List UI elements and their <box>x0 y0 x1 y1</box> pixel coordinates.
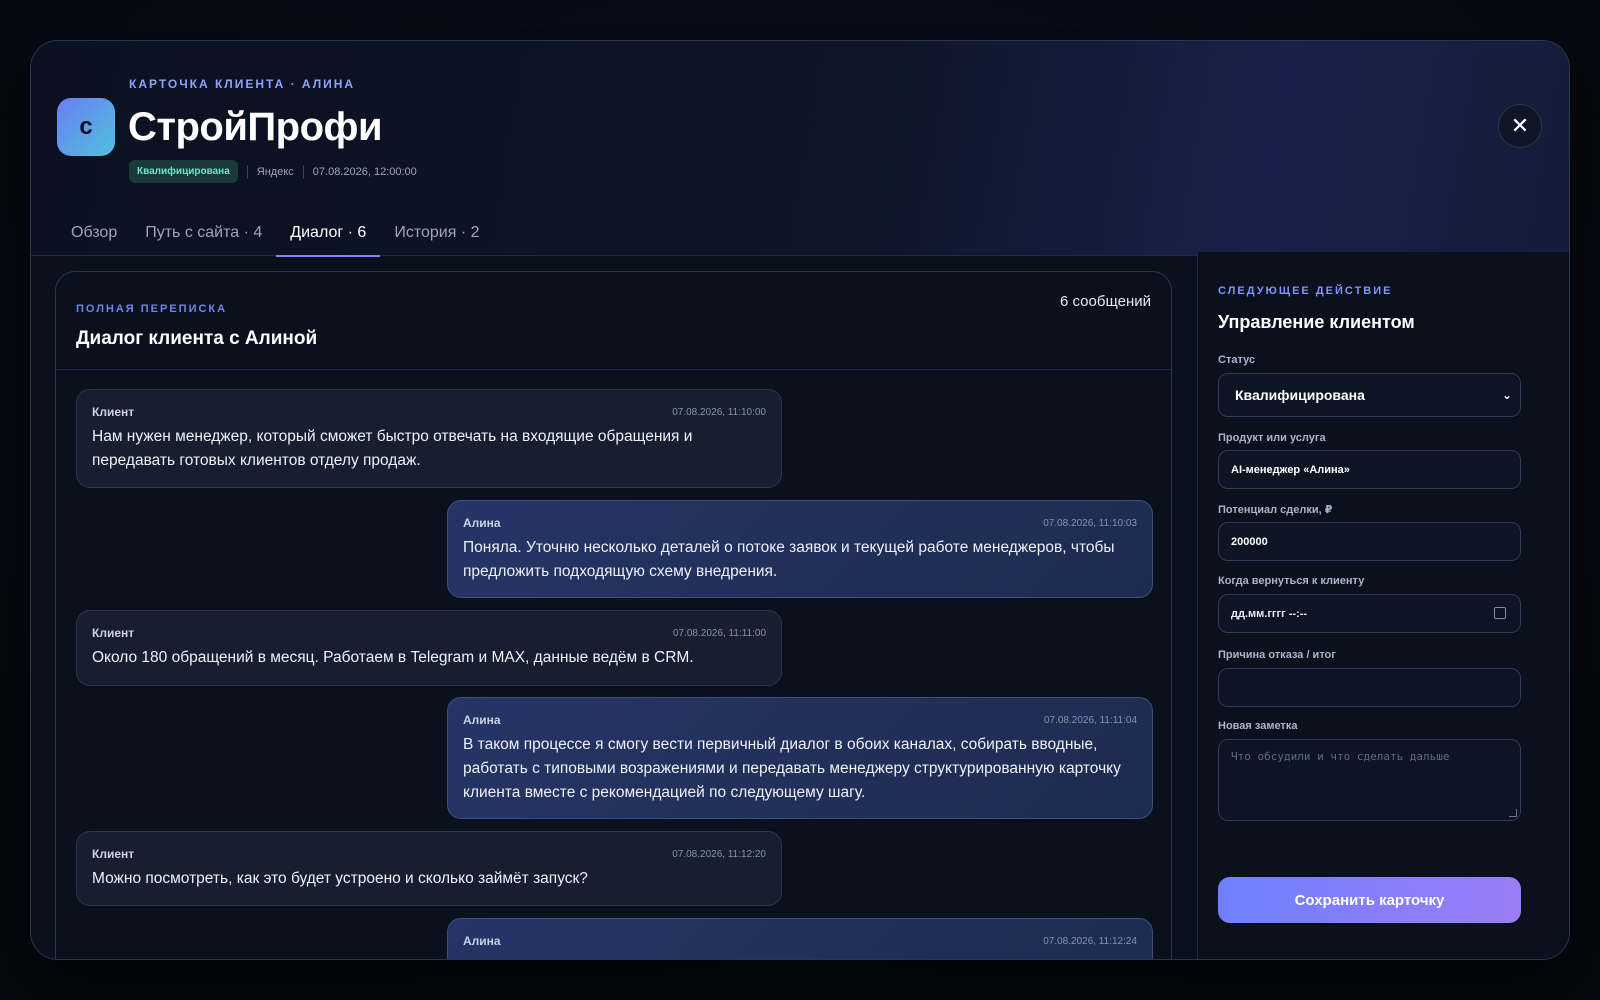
reason-input[interactable] <box>1218 668 1521 707</box>
note-textarea[interactable]: Что обсудили и что сделать дальше <box>1218 739 1521 821</box>
followup-datetime-input[interactable]: дд.мм.гггг --:-- <box>1218 594 1521 633</box>
tab-bar: Обзор Путь с сайта · 4 Диалог · 6 Истори… <box>57 209 494 257</box>
followup-label: Когда вернуться к клиенту <box>1218 575 1365 587</box>
message-text: Около 180 обращений в месяц. Работаем в … <box>92 649 694 666</box>
side-eyebrow: СЛЕДУЮЩЕЕ ДЕЙСТВИЕ <box>1218 285 1393 297</box>
tab-site-path[interactable]: Путь с сайта · 4 <box>131 209 276 256</box>
resize-handle-icon[interactable] <box>1509 809 1517 817</box>
chevron-down-icon: ⌄ <box>1501 388 1512 402</box>
dialog-eyebrow: ПОЛНАЯ ПЕРЕПИСКА <box>76 303 228 315</box>
message-text: Можно посмотреть, как это будет устроено… <box>92 870 588 887</box>
save-card-button[interactable]: Сохранить карточку <box>1218 877 1521 923</box>
divider <box>56 369 1171 370</box>
client-avatar: с <box>57 98 115 156</box>
tab-history[interactable]: История · 2 <box>380 209 493 256</box>
side-title: Управление клиентом <box>1218 312 1415 332</box>
followup-placeholder: дд.мм.гггг --:-- <box>1231 607 1308 620</box>
product-input-value: AI-менеджер «Алина» <box>1231 463 1350 476</box>
message-client: Клиент 07.08.2026, 11:10:00 Нам нужен ме… <box>76 389 782 488</box>
meta-divider <box>302 164 304 179</box>
message-author: Клиент <box>92 405 135 419</box>
page-title: СтройПрофи <box>128 105 383 149</box>
modal-header: с КАРТОЧКА КЛИЕНТА · АЛИНА СтройПрофи Кв… <box>31 41 1569 257</box>
message-author: Клиент <box>92 626 135 640</box>
message-count: 6 сообщений <box>1059 293 1151 310</box>
calendar-icon[interactable] <box>1494 607 1506 619</box>
source-label: Яндекс <box>256 165 294 178</box>
close-icon: ✕ <box>1510 113 1530 138</box>
reason-label: Причина отказа / итог <box>1218 649 1336 661</box>
product-label: Продукт или услуга <box>1218 432 1326 444</box>
tab-overview[interactable]: Обзор <box>57 209 131 256</box>
deal-potential-input[interactable]: 200000 <box>1218 522 1521 561</box>
message-time: 07.08.2026, 11:11:00 <box>672 627 766 639</box>
message-time: 07.08.2026, 11:12:24 <box>1043 935 1137 947</box>
message-author: Алина <box>463 713 501 727</box>
potential-label: Потенциал сделки, ₽ <box>1218 504 1333 516</box>
note-placeholder: Что обсудили и что сделать дальше <box>1231 750 1450 763</box>
message-time: 07.08.2026, 11:10:03 <box>1043 517 1137 529</box>
message-time: 07.08.2026, 11:11:04 <box>1043 714 1137 726</box>
message-client: Клиент 07.08.2026, 11:11:00 Около 180 об… <box>76 610 782 686</box>
message-alina: Алина 07.08.2026, 11:11:04 В таком проце… <box>447 697 1153 819</box>
status-select-value: Квалифицирована <box>1235 387 1365 403</box>
status-label: Статус <box>1218 354 1256 366</box>
status-badge: Квалифицирована <box>129 160 238 183</box>
message-alina: Алина 07.08.2026, 11:12:24 <box>447 918 1153 959</box>
message-author: Алина <box>463 516 501 530</box>
message-time: 07.08.2026, 11:10:00 <box>672 406 766 418</box>
dialog-title: Диалог клиента с Алиной <box>76 328 318 349</box>
meta-divider <box>246 164 248 179</box>
client-management-panel: СЛЕДУЮЩЕЕ ДЕЙСТВИЕ Управление клиентом С… <box>1197 252 1569 959</box>
header-meta: Квалифицирована Яндекс 07.08.2026, 12:00… <box>129 160 417 183</box>
tab-dialog[interactable]: Диалог · 6 <box>276 209 381 257</box>
created-at: 07.08.2026, 12:00:00 <box>312 165 417 178</box>
status-select[interactable]: Квалифицирована ⌄ <box>1218 373 1521 417</box>
message-text: Поняла. Уточню несколько деталей о поток… <box>463 539 1115 580</box>
note-label: Новая заметка <box>1218 720 1298 732</box>
message-time: 07.08.2026, 11:12:20 <box>672 848 766 860</box>
deal-potential-value: 200000 <box>1231 535 1268 548</box>
message-author: Клиент <box>92 847 135 861</box>
header-eyebrow: КАРТОЧКА КЛИЕНТА · АЛИНА <box>129 77 356 91</box>
product-input[interactable]: AI-менеджер «Алина» <box>1218 450 1521 489</box>
dialog-panel: ПОЛНАЯ ПЕРЕПИСКА Диалог клиента с Алиной… <box>55 271 1172 959</box>
message-author: Алина <box>463 934 501 948</box>
close-button[interactable]: ✕ <box>1498 104 1542 148</box>
message-text: В таком процессе я смогу вести первичный… <box>463 736 1121 801</box>
message-client: Клиент 07.08.2026, 11:12:20 Можно посмот… <box>76 831 782 906</box>
message-alina: Алина 07.08.2026, 11:10:03 Поняла. Уточн… <box>447 500 1153 598</box>
message-text: Нам нужен менеджер, который сможет быстр… <box>92 428 693 469</box>
client-card-modal: с КАРТОЧКА КЛИЕНТА · АЛИНА СтройПрофи Кв… <box>30 40 1570 960</box>
